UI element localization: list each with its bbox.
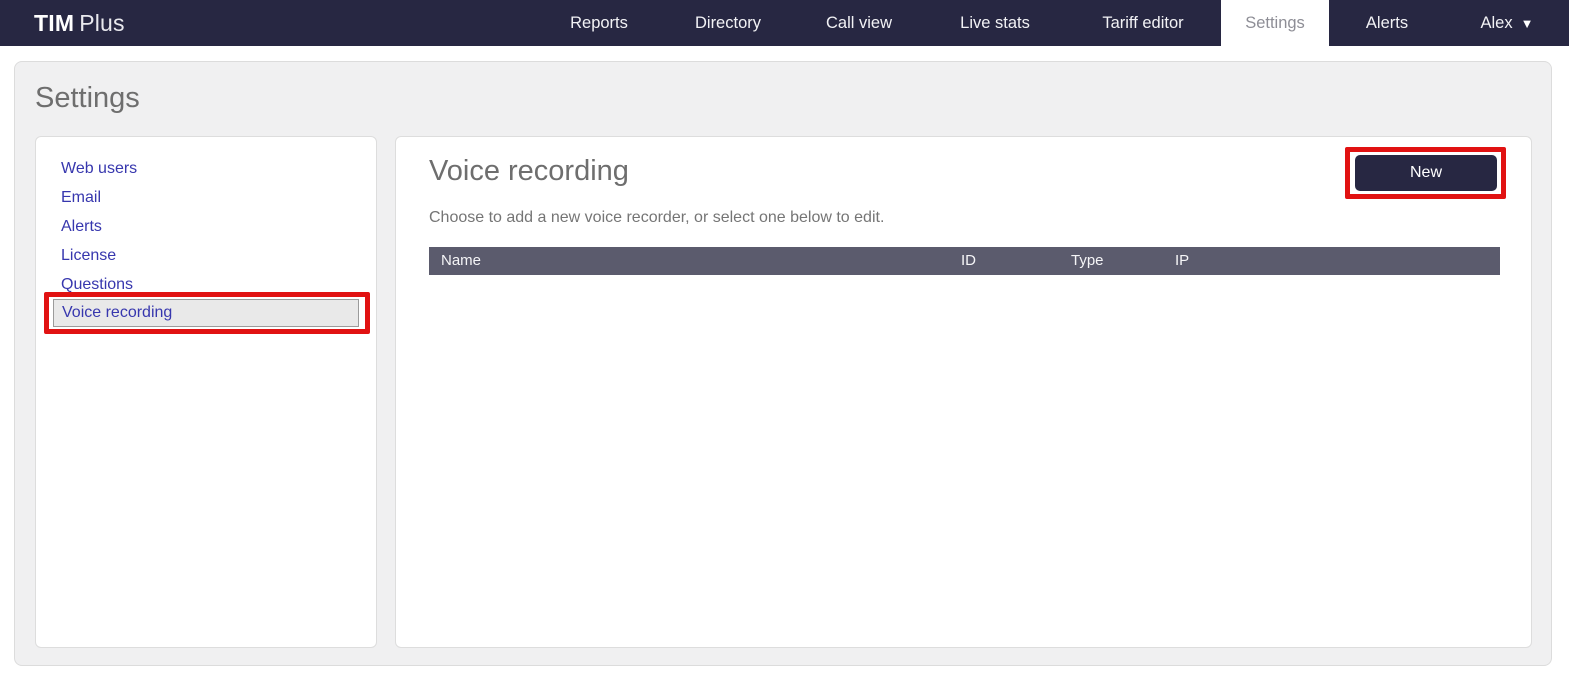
sidebar-item-label: Voice recording	[62, 304, 173, 321]
app-logo-bold: TIM	[34, 9, 75, 36]
nav-item-label: Live stats	[960, 13, 1030, 32]
nav-item-label: Tariff editor	[1102, 13, 1184, 32]
nav-item-tariff-editor[interactable]: Tariff editor	[1065, 0, 1221, 46]
nav-item-label: Directory	[694, 13, 761, 32]
nav-item-label: Reports	[570, 13, 628, 32]
nav-menu: Reports Directory Call view Live stats T…	[535, 0, 1569, 46]
nav-item-directory[interactable]: Directory	[663, 0, 793, 46]
sidebar-item-license[interactable]: License	[36, 241, 376, 270]
sidebar-item-label: Email	[61, 188, 102, 206]
page-title: Settings	[35, 82, 140, 114]
app-logo-light: Plus	[79, 9, 125, 36]
caret-down-icon: ▼	[1520, 15, 1534, 31]
sidebar-item-label: Web users	[61, 159, 138, 177]
sidebar-item-alerts[interactable]: Alerts	[36, 212, 376, 241]
sidebar-item-questions[interactable]: Questions	[36, 270, 376, 299]
recorder-table-body-empty	[429, 275, 1500, 625]
sidebar-item-web-users[interactable]: Web users	[36, 154, 376, 183]
recorder-table-header: Name ID Type IP	[429, 247, 1500, 275]
nav-item-live-stats[interactable]: Live stats	[925, 0, 1065, 46]
settings-sidebar-list: Web users Email Alerts License Questions…	[36, 137, 376, 327]
nav-item-reports[interactable]: Reports	[535, 0, 663, 46]
nav-item-label: Call view	[825, 13, 893, 32]
top-navbar: TIM Plus Reports Directory Call view Liv…	[0, 0, 1569, 46]
voice-recording-panel: Voice recording Choose to add a new voic…	[395, 136, 1532, 648]
column-header-name: Name	[441, 252, 482, 269]
sidebar-item-email[interactable]: Email	[36, 183, 376, 212]
new-button[interactable]: New	[1355, 155, 1497, 191]
column-header-ip: IP	[1175, 252, 1190, 269]
section-title: Voice recording	[429, 155, 629, 187]
nav-item-label: Alerts	[1365, 13, 1409, 32]
user-menu[interactable]: Alex ▼	[1445, 0, 1569, 46]
sidebar-item-voice-recording[interactable]: Voice recording	[53, 299, 359, 327]
nav-item-call-view[interactable]: Call view	[793, 0, 925, 46]
sidebar-item-label: Alerts	[61, 217, 102, 235]
section-description: Choose to add a new voice recorder, or s…	[429, 209, 885, 226]
column-header-id: ID	[961, 252, 976, 269]
sidebar-item-label: Questions	[61, 275, 134, 293]
nav-item-alerts[interactable]: Alerts	[1329, 0, 1445, 46]
column-header-type: Type	[1071, 252, 1104, 269]
app-logo: TIM Plus	[34, 0, 125, 46]
settings-sidebar-panel: Web users Email Alerts License Questions…	[35, 136, 377, 648]
user-menu-label: Alex	[1480, 13, 1513, 32]
settings-page-container: Settings Web users Email Alerts License …	[14, 61, 1552, 666]
nav-item-settings[interactable]: Settings	[1221, 0, 1329, 46]
sidebar-item-label: License	[61, 246, 117, 264]
nav-item-label: Settings	[1245, 13, 1305, 32]
